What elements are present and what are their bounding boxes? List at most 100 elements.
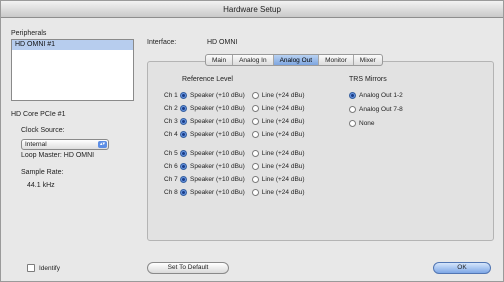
channel-label: Ch 1 xyxy=(164,91,178,99)
channel-label: Ch 7 xyxy=(164,175,178,183)
channel-label: Ch 4 xyxy=(164,130,178,138)
chevron-updown-icon: ▴▾ xyxy=(98,141,107,148)
line-option-label: Line (+24 dBu) xyxy=(261,91,305,99)
speaker-option[interactable]: Speaker (+10 dBu) xyxy=(180,162,245,170)
interface-value: HD OMNI xyxy=(207,39,238,46)
device-name: HD Core PCIe #1 xyxy=(11,111,66,118)
radio-icon[interactable] xyxy=(251,130,259,138)
line-option[interactable]: Line (+24 dBu) xyxy=(251,104,305,112)
tab-bar: Main Analog In Analog Out Monitor Mixer xyxy=(205,54,383,66)
tab-analog-in[interactable]: Analog In xyxy=(233,55,274,65)
radio-selected-icon[interactable] xyxy=(180,91,187,99)
channel-label: Ch 6 xyxy=(164,162,178,170)
identify-checkbox[interactable] xyxy=(27,264,35,272)
channel-label: Ch 8 xyxy=(164,188,178,196)
channel-row: Ch 4 Speaker (+10 dBu) Line (+24 dBu) xyxy=(164,129,312,139)
line-option-label: Line (+24 dBu) xyxy=(261,104,305,112)
radio-icon[interactable] xyxy=(251,188,259,196)
line-option[interactable]: Line (+24 dBu) xyxy=(251,130,305,138)
channel-row: Ch 2 Speaker (+10 dBu) Line (+24 dBu) xyxy=(164,103,312,113)
identify-label: Identify xyxy=(39,264,60,272)
tab-mixer[interactable]: Mixer xyxy=(354,55,382,65)
radio-icon[interactable] xyxy=(251,91,259,99)
trs-option-label: Analog Out 1-2 xyxy=(359,91,403,99)
speaker-option[interactable]: Speaker (+10 dBu) xyxy=(180,117,245,125)
channel-row: Ch 8 Speaker (+10 dBu) Line (+24 dBu) xyxy=(164,187,312,197)
speaker-option-label: Speaker (+10 dBu) xyxy=(190,149,245,157)
trs-mirrors-heading: TRS Mirrors xyxy=(349,76,387,83)
speaker-option[interactable]: Speaker (+10 dBu) xyxy=(180,130,245,138)
line-option-label: Line (+24 dBu) xyxy=(261,188,305,196)
line-option-label: Line (+24 dBu) xyxy=(261,175,305,183)
peripheral-item-hd-omni[interactable]: HD OMNI #1 xyxy=(12,40,133,50)
trs-option-label: None xyxy=(359,119,375,127)
radio-icon[interactable] xyxy=(251,175,259,183)
channel-row: Ch 5 Speaker (+10 dBu) Line (+24 dBu) xyxy=(164,148,312,158)
speaker-option[interactable]: Speaker (+10 dBu) xyxy=(180,188,245,196)
trs-option[interactable]: None xyxy=(349,118,375,128)
sample-rate-label: Sample Rate: xyxy=(21,169,64,176)
identify-checkbox-row[interactable]: Identify xyxy=(27,263,60,273)
channel-row: Ch 3 Speaker (+10 dBu) Line (+24 dBu) xyxy=(164,116,312,126)
channel-label: Ch 3 xyxy=(164,117,178,125)
trs-option[interactable]: Analog Out 1-2 xyxy=(349,90,403,100)
line-option[interactable]: Line (+24 dBu) xyxy=(251,162,305,170)
sample-rate-value: 44.1 kHz xyxy=(27,182,55,189)
radio-selected-icon[interactable] xyxy=(180,188,187,196)
speaker-option[interactable]: Speaker (+10 dBu) xyxy=(180,149,245,157)
speaker-option[interactable]: Speaker (+10 dBu) xyxy=(180,104,245,112)
line-option[interactable]: Line (+24 dBu) xyxy=(251,175,305,183)
hardware-setup-window: Hardware Setup Peripherals HD OMNI #1 HD… xyxy=(0,0,504,282)
line-option[interactable]: Line (+24 dBu) xyxy=(251,188,305,196)
speaker-option[interactable]: Speaker (+10 dBu) xyxy=(180,91,245,99)
speaker-option-label: Speaker (+10 dBu) xyxy=(190,175,245,183)
radio-icon[interactable] xyxy=(251,162,259,170)
line-option-label: Line (+24 dBu) xyxy=(261,162,305,170)
set-to-default-button[interactable]: Set To Default xyxy=(147,262,229,274)
radio-icon[interactable] xyxy=(251,117,259,125)
speaker-option-label: Speaker (+10 dBu) xyxy=(190,91,245,99)
radio-selected-icon[interactable] xyxy=(180,175,187,183)
channel-row: Ch 7 Speaker (+10 dBu) Line (+24 dBu) xyxy=(164,174,312,184)
peripherals-list[interactable]: HD OMNI #1 xyxy=(11,39,134,101)
speaker-option-label: Speaker (+10 dBu) xyxy=(190,162,245,170)
speaker-option-label: Speaker (+10 dBu) xyxy=(190,104,245,112)
tab-main[interactable]: Main xyxy=(206,55,234,65)
channel-label: Ch 2 xyxy=(164,104,178,112)
clock-source-value: Internal xyxy=(25,141,47,148)
line-option[interactable]: Line (+24 dBu) xyxy=(251,117,305,125)
channel-row: Ch 1 Speaker (+10 dBu) Line (+24 dBu) xyxy=(164,90,312,100)
radio-icon[interactable] xyxy=(251,149,259,157)
ok-button[interactable]: OK xyxy=(433,262,491,274)
radio-selected-icon[interactable] xyxy=(349,91,356,99)
radio-selected-icon[interactable] xyxy=(180,130,187,138)
tab-monitor[interactable]: Monitor xyxy=(319,55,354,65)
trs-option[interactable]: Analog Out 7-8 xyxy=(349,104,403,114)
line-option[interactable]: Line (+24 dBu) xyxy=(251,91,305,99)
clock-source-select[interactable]: Internal ▴▾ xyxy=(21,139,109,150)
line-option[interactable]: Line (+24 dBu) xyxy=(251,149,305,157)
speaker-option-label: Speaker (+10 dBu) xyxy=(190,117,245,125)
line-option-label: Line (+24 dBu) xyxy=(261,149,305,157)
speaker-option-label: Speaker (+10 dBu) xyxy=(190,130,245,138)
channel-row: Ch 6 Speaker (+10 dBu) Line (+24 dBu) xyxy=(164,161,312,171)
speaker-option-label: Speaker (+10 dBu) xyxy=(190,188,245,196)
radio-selected-icon[interactable] xyxy=(180,104,187,112)
speaker-option[interactable]: Speaker (+10 dBu) xyxy=(180,175,245,183)
radio-icon[interactable] xyxy=(349,119,356,127)
interface-label: Interface: xyxy=(147,39,177,46)
trs-option-label: Analog Out 7-8 xyxy=(359,105,403,113)
line-option-label: Line (+24 dBu) xyxy=(261,130,305,138)
channel-label: Ch 5 xyxy=(164,149,178,157)
line-option-label: Line (+24 dBu) xyxy=(261,117,305,125)
radio-selected-icon[interactable] xyxy=(180,162,187,170)
reference-level-heading: Reference Level xyxy=(182,76,233,83)
radio-icon[interactable] xyxy=(251,104,259,112)
peripherals-label: Peripherals xyxy=(11,30,47,37)
clock-source-label: Clock Source: xyxy=(21,127,65,134)
radio-icon[interactable] xyxy=(349,105,356,113)
loop-master-label: Loop Master: HD OMNI xyxy=(21,152,95,159)
radio-selected-icon[interactable] xyxy=(180,117,187,125)
tab-analog-out[interactable]: Analog Out xyxy=(273,55,320,65)
radio-selected-icon[interactable] xyxy=(180,149,187,157)
